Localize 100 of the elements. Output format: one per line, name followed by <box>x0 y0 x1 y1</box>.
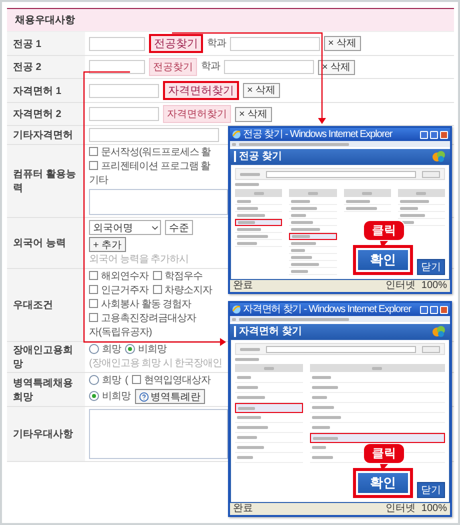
checkbox[interactable] <box>132 375 141 384</box>
department-input[interactable] <box>224 60 314 74</box>
find-major-button[interactable]: 전공찾기 <box>149 58 197 76</box>
checkbox-label: 현역입영대상자 <box>144 375 210 387</box>
language-select[interactable]: 외국어명 <box>89 220 161 235</box>
checkbox-label: 문서작성(워드프로세스 활 <box>101 147 211 159</box>
row-label: 자격면허 1 <box>13 84 62 98</box>
list-item[interactable] <box>310 433 445 443</box>
checkbox[interactable] <box>89 147 98 156</box>
radio-label: 비희망 <box>138 344 166 356</box>
department-label: 학과 <box>207 38 226 50</box>
popup-heading: 자격면허 찾기 <box>234 326 429 337</box>
click-tooltip: 클릭 <box>363 443 405 464</box>
row-label: 장애인고용희망 <box>13 344 74 371</box>
help-icon <box>138 392 148 402</box>
delete-button[interactable]: × 삭제 <box>324 36 361 51</box>
radio-button[interactable] <box>89 344 99 354</box>
status-text: 완료 <box>233 281 254 291</box>
checkbox-label: 해외연수자 <box>101 271 148 283</box>
major-input[interactable] <box>89 36 145 50</box>
close-button[interactable]: 닫기 <box>417 259 445 275</box>
zoom-level[interactable]: 100% <box>421 281 447 291</box>
maximize-icon[interactable] <box>430 306 438 314</box>
section-title: 채용우대사항 <box>7 9 454 32</box>
row-label: 기타우대사항 <box>13 428 73 441</box>
text-area[interactable] <box>89 409 228 459</box>
major-input[interactable] <box>89 60 145 74</box>
list-item[interactable] <box>235 403 303 413</box>
list-item[interactable] <box>235 219 282 226</box>
row-label: 우대조건 <box>13 299 53 312</box>
window-title: 자격면허 찾기 - Windows Internet Explorer <box>243 304 412 316</box>
field-label: 기타 <box>89 175 110 187</box>
blurred-text <box>235 183 259 186</box>
close-button[interactable]: 닫기 <box>417 482 445 498</box>
checkbox[interactable] <box>152 285 162 294</box>
status-text: 인터넷 <box>385 281 416 291</box>
parenthesis: ( <box>125 375 128 387</box>
checkbox-label: 사회봉사 활동 경험자 <box>101 299 192 311</box>
column-header <box>235 364 303 372</box>
find-license-button[interactable]: 자격면허찾기 <box>163 105 231 123</box>
license-input[interactable] <box>89 84 159 98</box>
logo-icon <box>432 151 446 162</box>
checkbox[interactable] <box>89 161 98 170</box>
column-header <box>398 189 445 197</box>
minimize-icon[interactable] <box>420 306 428 314</box>
radio-button[interactable] <box>125 344 135 354</box>
checkbox-label: 인근거주자 <box>101 285 148 297</box>
close-icon[interactable] <box>440 130 448 138</box>
address-bar[interactable] <box>230 316 450 324</box>
find-major-button[interactable]: 전공찾기 <box>149 34 203 53</box>
text-area[interactable] <box>89 189 228 215</box>
window-title: 전공 찾기 - Windows Internet Explorer <box>243 128 394 140</box>
row-label: 전공 2 <box>13 61 42 74</box>
radio-button[interactable] <box>89 390 99 400</box>
zoom-level[interactable]: 100% <box>421 504 447 514</box>
logo-icon <box>432 326 446 337</box>
confirm-button[interactable]: 확인 <box>353 245 413 275</box>
popup-heading: 전공 찾기 <box>234 151 429 162</box>
hint-text: 외국어 능력을 추가하시 <box>89 254 189 266</box>
radio-label: 비희망 <box>102 390 130 402</box>
list-item[interactable] <box>289 233 336 240</box>
row-label: 전공 1 <box>13 38 42 50</box>
checkbox[interactable] <box>152 271 162 280</box>
browser-icon <box>232 130 241 139</box>
checkbox[interactable] <box>89 299 98 308</box>
checkbox[interactable] <box>89 285 98 294</box>
radio-label: 희망 <box>102 375 121 387</box>
checkbox-label: 차량소지자 <box>164 285 212 297</box>
delete-button[interactable]: × 삭제 <box>235 106 272 122</box>
radio-button[interactable] <box>89 375 99 385</box>
department-input[interactable] <box>230 36 320 50</box>
license-input[interactable] <box>89 107 159 121</box>
checkbox-label: 학점우수 <box>164 271 202 283</box>
minimize-icon[interactable] <box>420 130 428 138</box>
row-label: 기타자격면허 <box>13 129 73 142</box>
hint-text: (장애인고용 희망 시 한국장애인 <box>89 358 222 370</box>
blurred-text <box>235 358 259 361</box>
license-input[interactable] <box>89 128 219 142</box>
row-label: 컴퓨터 활용능력 <box>13 168 77 195</box>
row-label: 외국어 능력 <box>13 237 66 250</box>
browser-icon <box>232 305 241 314</box>
confirm-button[interactable]: 확인 <box>353 468 413 498</box>
close-icon[interactable] <box>440 306 448 314</box>
delete-button[interactable]: × 삭제 <box>318 60 355 74</box>
add-button[interactable]: + 추가 <box>89 237 126 252</box>
checkbox-label: 프리젠테이션 프로그램 활 <box>101 161 210 173</box>
address-bar[interactable] <box>230 141 450 149</box>
radio-label: 희망 <box>102 344 121 356</box>
row-label: 병역특례채용희망 <box>13 376 74 404</box>
column-header <box>235 189 282 197</box>
checkbox[interactable] <box>89 271 98 280</box>
find-license-button[interactable]: 자격면허찾기 <box>163 81 239 100</box>
department-label: 학과 <box>201 61 220 73</box>
guide-button[interactable]: 병역특례란 <box>134 389 204 404</box>
row-label: 자격면허 2 <box>13 108 62 121</box>
delete-button[interactable]: × 삭제 <box>243 83 280 98</box>
status-text: 인터넷 <box>385 504 416 514</box>
checkbox[interactable] <box>89 313 98 322</box>
level-select[interactable]: 수준 <box>165 220 193 235</box>
maximize-icon[interactable] <box>430 130 438 138</box>
